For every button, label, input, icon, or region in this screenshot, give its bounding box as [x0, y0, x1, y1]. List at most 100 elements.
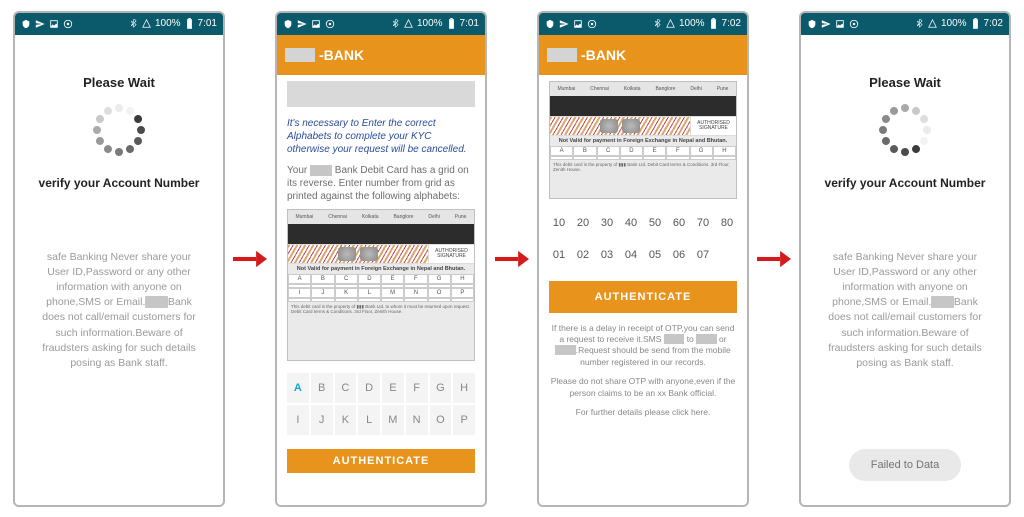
- key-C[interactable]: C: [335, 373, 357, 403]
- card-not-valid-note: Not Valid for payment in Foreign Exchang…: [550, 136, 736, 146]
- battery-text: 100%: [941, 18, 967, 29]
- num-80[interactable]: 80: [717, 209, 737, 237]
- verify-account-label: verify your Account Number: [825, 176, 986, 190]
- send-icon: [297, 19, 307, 29]
- battery-text: 100%: [679, 18, 705, 29]
- debit-card-back: MumbaiChennaiKolkataBangloreDelhiPune AU…: [287, 209, 475, 361]
- key-K[interactable]: K: [335, 405, 357, 435]
- failed-toast: Failed to Data: [849, 449, 961, 481]
- key-A[interactable]: A: [287, 373, 309, 403]
- image-icon: [835, 19, 845, 29]
- key-H[interactable]: H: [453, 373, 475, 403]
- key-N[interactable]: N: [406, 405, 428, 435]
- send-icon: [821, 19, 831, 29]
- key-B[interactable]: B: [311, 373, 333, 403]
- key-L[interactable]: L: [358, 405, 380, 435]
- clock-text: 7:02: [984, 18, 1003, 29]
- key-E[interactable]: E: [382, 373, 404, 403]
- signal-icon: [666, 19, 675, 28]
- battery-text: 100%: [155, 18, 181, 29]
- num-70[interactable]: 70: [693, 209, 713, 237]
- card-magstripe: [550, 96, 736, 116]
- battery-icon: [709, 18, 718, 30]
- image-icon: [573, 19, 583, 29]
- safe-banking-notice: safe Banking Never share your User ID,Pa…: [821, 250, 989, 372]
- key-G[interactable]: G: [430, 373, 452, 403]
- input-placeholder-box[interactable]: [287, 81, 475, 107]
- app-header: -BANK: [277, 35, 485, 75]
- grid-instruction-text: Your xx Bank Debit Card has a grid on it…: [287, 164, 475, 203]
- phone-4: 100% 7:02 Please Wait verify your Acc: [799, 11, 1011, 507]
- card-fineprint: This debit card is the property of ▮▮▮ B…: [550, 160, 736, 175]
- redacted-bank-name: xx: [310, 165, 332, 176]
- authenticate-button[interactable]: AUTHENTICATE: [287, 449, 475, 473]
- number-keypad: 10 20 30 40 50 60 70 80 01 02 03 04 05 0…: [549, 209, 737, 269]
- card-not-valid-note: Not Valid for payment in Foreign Exchang…: [288, 264, 474, 274]
- num-50[interactable]: 50: [645, 209, 665, 237]
- battery-icon: [971, 18, 980, 30]
- num-01[interactable]: 01: [549, 241, 569, 269]
- redacted-bank-logo: [547, 48, 577, 62]
- key-J[interactable]: J: [311, 405, 333, 435]
- send-icon: [35, 19, 45, 29]
- verify-account-label: verify your Account Number: [39, 176, 200, 190]
- status-bar: 100% 7:01: [277, 13, 485, 35]
- num-05[interactable]: 05: [645, 241, 665, 269]
- card-authorised-signature-box: AUTHORISED SIGNATURE: [690, 117, 736, 135]
- image-icon: [311, 19, 321, 29]
- num-60[interactable]: 60: [669, 209, 689, 237]
- kyc-warning-text: It's necessary to Enter the correct Alph…: [287, 117, 475, 156]
- redacted-bank-logo: [285, 48, 315, 62]
- num-06[interactable]: 06: [669, 241, 689, 269]
- bank-suffix-label: -BANK: [581, 47, 626, 63]
- signal-icon: [928, 19, 937, 28]
- target-icon: [325, 19, 335, 29]
- status-bar: 100% 7:02: [539, 13, 747, 35]
- shield-icon: [807, 19, 817, 29]
- further-details-link[interactable]: For further details please click here.: [549, 407, 737, 417]
- please-wait-label: Please Wait: [83, 75, 155, 90]
- redacted-number: xx: [696, 334, 717, 344]
- num-04[interactable]: 04: [621, 241, 641, 269]
- safe-banking-notice: safe Banking Never share your User ID,Pa…: [35, 250, 203, 372]
- please-wait-label: Please Wait: [869, 75, 941, 90]
- signal-icon: [404, 19, 413, 28]
- card-grid: ABCDEFGH IJKLMNOP: [288, 274, 474, 302]
- battery-text: 100%: [417, 18, 443, 29]
- bluetooth-icon: [653, 19, 662, 28]
- key-P[interactable]: P: [453, 405, 475, 435]
- num-20[interactable]: 20: [573, 209, 593, 237]
- key-F[interactable]: F: [406, 373, 428, 403]
- card-magstripe: [288, 224, 474, 244]
- battery-icon: [185, 18, 194, 30]
- num-02[interactable]: 02: [573, 241, 593, 269]
- redacted-bank-name: xx: [931, 296, 954, 308]
- status-bar: 100% 7:01: [15, 13, 223, 35]
- key-O[interactable]: O: [430, 405, 452, 435]
- key-M[interactable]: M: [382, 405, 404, 435]
- num-03[interactable]: 03: [597, 241, 617, 269]
- alphabet-keypad: A B C D E F G H I J K L M N O P: [287, 373, 475, 435]
- app-header: -BANK: [539, 35, 747, 75]
- num-10[interactable]: 10: [549, 209, 569, 237]
- authenticate-button[interactable]: AUTHENTICATE: [549, 281, 737, 313]
- flow-arrow-icon: [757, 246, 791, 272]
- key-D[interactable]: D: [358, 373, 380, 403]
- redacted-bank-name: xx: [657, 388, 666, 398]
- clock-text: 7:02: [722, 18, 741, 29]
- num-07[interactable]: 07: [693, 241, 713, 269]
- redacted-bank-name: xx: [145, 296, 168, 308]
- num-30[interactable]: 30: [597, 209, 617, 237]
- otp-delay-note: If there is a delay in receipt of OTP,yo…: [549, 323, 737, 369]
- num-40[interactable]: 40: [621, 209, 641, 237]
- target-icon: [849, 19, 859, 29]
- card-authorised-signature-box: AUTHORISED SIGNATURE: [428, 245, 474, 263]
- clock-text: 7:01: [198, 18, 217, 29]
- debit-card-back: MumbaiChennaiKolkataBangloreDelhiPune AU…: [549, 81, 737, 199]
- num-blank: [717, 241, 737, 269]
- flow-arrow-icon: [495, 246, 529, 272]
- loading-spinner: [877, 102, 933, 158]
- key-I[interactable]: I: [287, 405, 309, 435]
- card-signature-panel: [288, 245, 428, 263]
- card-grid: ABCDEFGH: [550, 146, 736, 160]
